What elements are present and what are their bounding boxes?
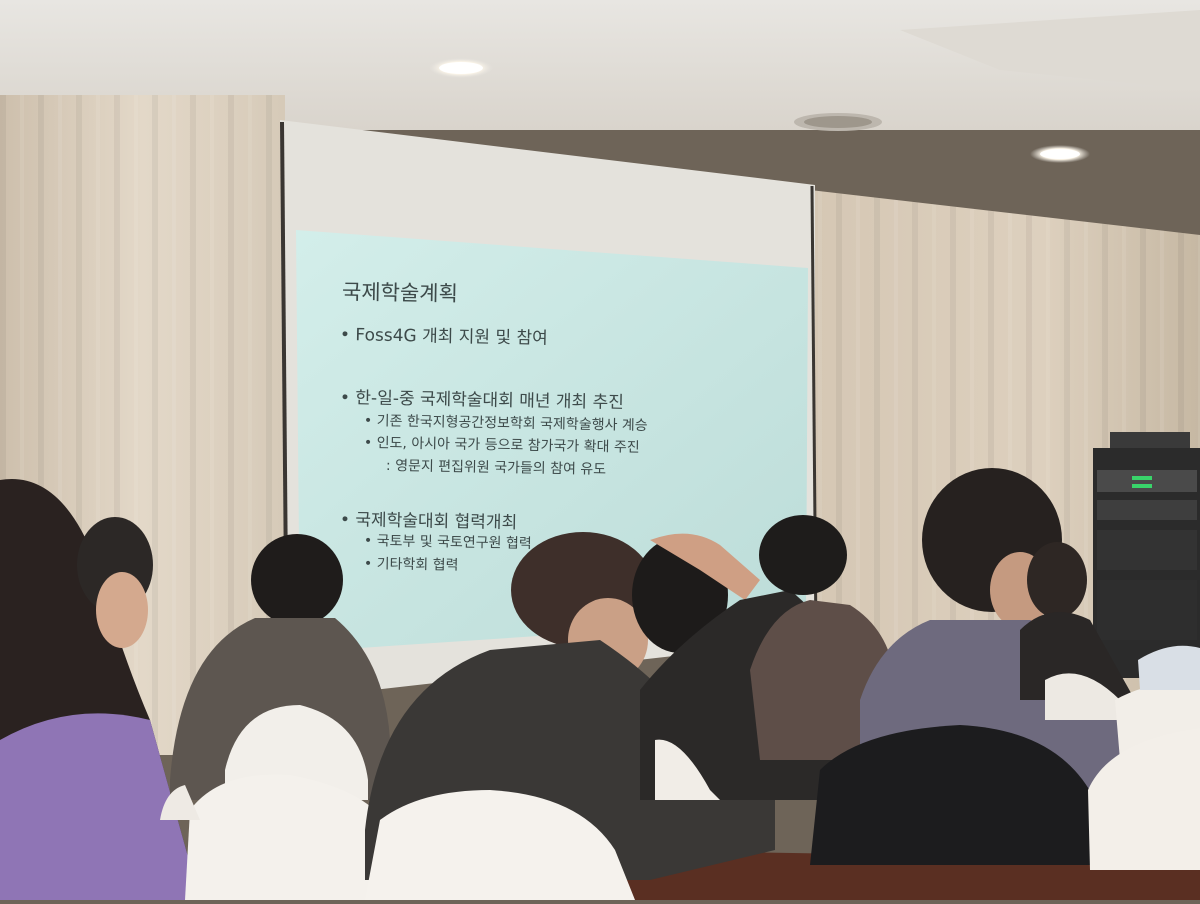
slide-sub-bullet: • 기타학회 협력: [363, 556, 459, 574]
slide-bullet: • Foss4G 개최 지원 및 참여: [339, 325, 548, 349]
audience-member: [251, 534, 343, 626]
audience-member: [1027, 542, 1087, 618]
slide-bullet: • 한-일-중 국제학술대회 매년 개최 추진: [339, 388, 625, 413]
audience-member: [759, 515, 847, 595]
slide-sub-bullet: • 국토부 및 국토연구원 협력: [363, 533, 532, 552]
slide-title: 국제학술계획: [341, 280, 459, 306]
slide-sub-bullet: : 영문지 편집위원 국가들의 참여 유도: [385, 458, 607, 478]
slide-bullet: • 국제학술대회 협력개최: [339, 510, 518, 534]
conference-room-scene: 국제학술계획 • Foss4G 개최 지원 및 참여 • 한-일-중 국제학술대…: [0, 0, 1200, 900]
